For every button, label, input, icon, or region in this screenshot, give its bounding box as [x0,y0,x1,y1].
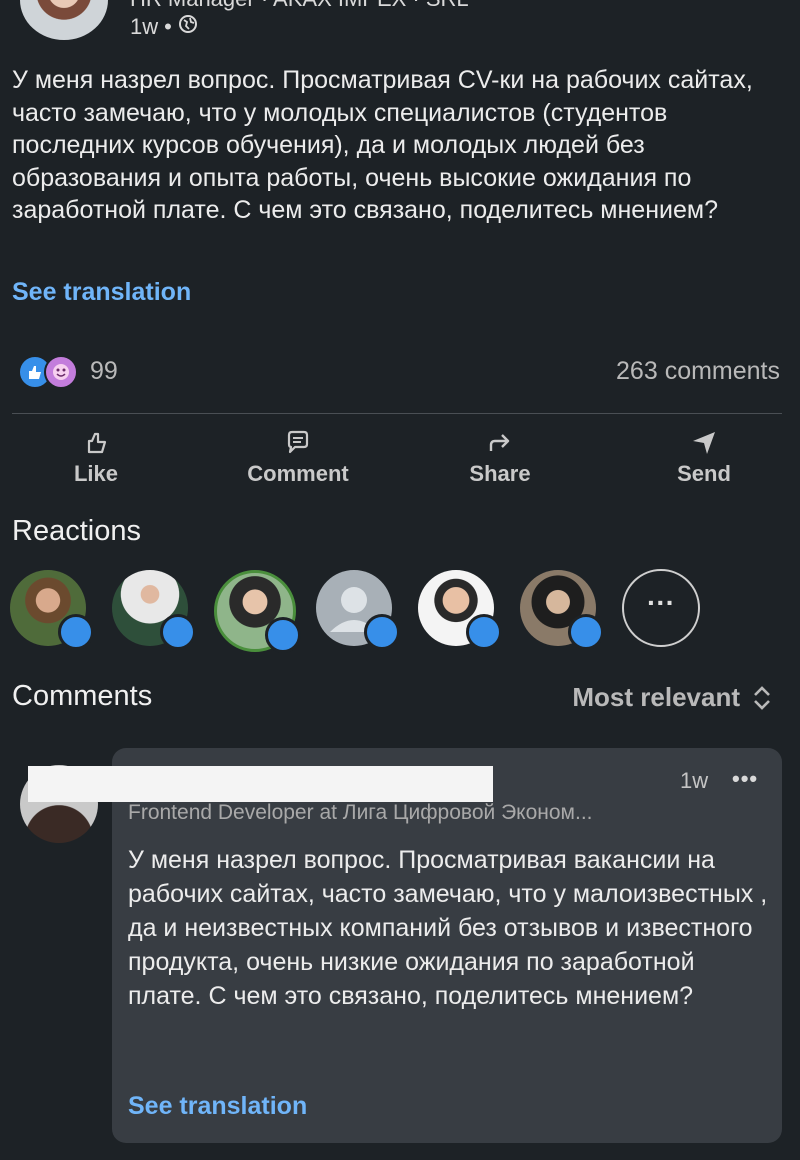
action-bar: Like Comment Share Send [0,425,800,495]
reactions-title: Reactions [12,515,141,547]
reaction-summary[interactable] [18,355,78,389]
like-badge-icon [58,614,94,650]
sort-chevron-icon [754,685,770,710]
comment-button[interactable]: Comment [218,425,378,487]
post-text: У меня назрел вопрос. Просматривая CV-ки… [12,66,753,224]
author-headline: HR Manager · AKAX IMPEX · SRL [130,0,469,12]
like-badge-icon [568,614,604,650]
comment-see-translation-link[interactable]: See translation [128,1092,307,1121]
comment-icon [287,430,309,454]
sort-label: Most relevant [572,682,740,712]
reactor-avatar-2[interactable] [112,570,196,650]
send-button[interactable]: Send [624,425,784,487]
more-reactions-button[interactable]: ··· [622,569,700,647]
post-meta: 1w • [130,14,198,40]
comment-text: У меня назрел вопрос. Просматривая вакан… [128,846,768,1010]
comments-count[interactable]: 263 comments [616,357,780,386]
like-icon [87,432,107,454]
share-icon [489,434,510,451]
like-badge-icon [364,614,400,650]
comments-title: Comments [12,680,153,712]
reactor-avatar-5[interactable] [418,570,502,650]
like-button[interactable]: Like [16,425,176,487]
comment-time: 1w [680,768,709,793]
share-button[interactable]: Share [420,425,580,487]
post-time: 1w [130,14,159,39]
reaction-count[interactable]: 99 [90,357,118,386]
send-label: Send [677,461,731,486]
redacted-name [28,766,493,802]
share-label: Share [469,461,531,486]
sort-dropdown[interactable]: Most relevant [572,682,772,713]
comment-more-icon[interactable]: ••• [732,766,758,792]
reactor-avatar-3[interactable] [214,570,301,653]
reactor-avatar-4[interactable] [316,570,400,650]
divider [12,413,782,414]
commenter-headline: Frontend Developer at Лига Цифровой Экон… [128,801,593,824]
meta-separator: • [164,14,172,39]
like-badge-icon [466,614,502,650]
see-translation-link[interactable]: See translation [12,278,191,307]
author-avatar[interactable] [20,0,108,40]
globe-icon [178,14,198,40]
like-badge-icon [265,617,301,653]
reactor-avatar-1[interactable] [10,570,94,650]
like-label: Like [73,461,119,486]
reactor-avatar-6[interactable] [520,570,604,650]
funny-reaction-icon [44,355,78,389]
like-badge-icon [160,614,196,650]
comment-label: Comment [247,461,349,486]
send-icon [693,432,715,454]
